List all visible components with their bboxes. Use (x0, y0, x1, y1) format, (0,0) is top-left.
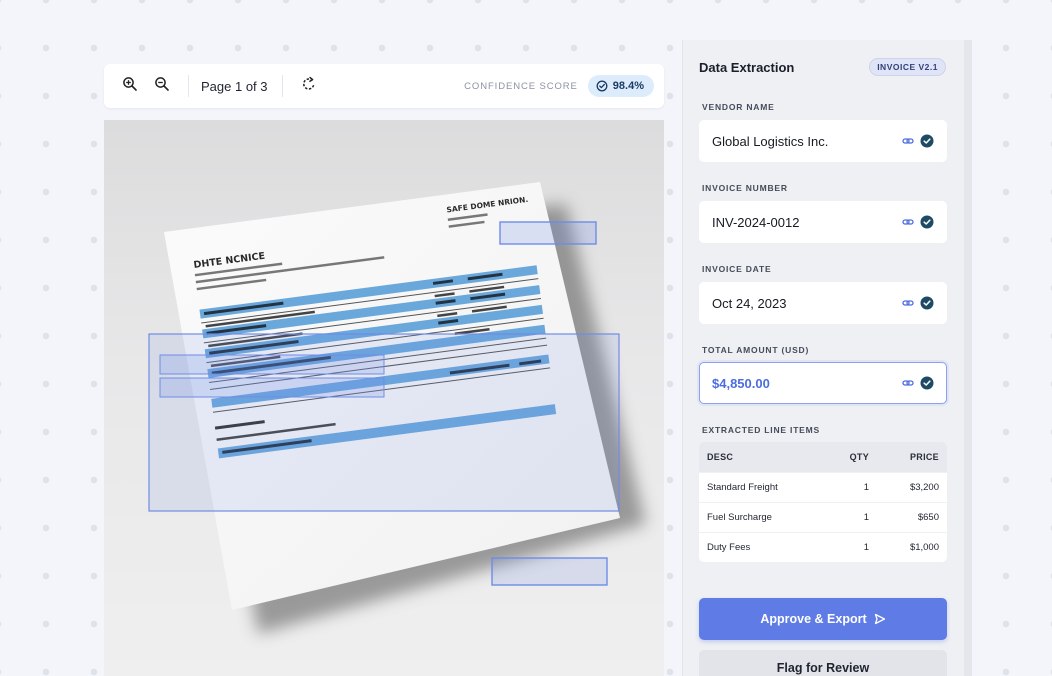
invoice-date-field[interactable]: Oct 24, 2023 (699, 282, 947, 324)
confidence-score-badge: 98.4% (587, 75, 654, 97)
row-qty: 1 (863, 512, 869, 523)
extraction-panel: Data Extraction INVOICE V2.1 VENDOR NAME… (682, 40, 964, 676)
row-desc: Fuel Surcharge (707, 512, 772, 523)
toolbar-divider (281, 75, 283, 97)
approve-export-button[interactable]: Approve & Export (699, 598, 947, 640)
total-amount-field[interactable]: $4,850.00 (699, 362, 947, 404)
row-price: $1,000 (909, 542, 939, 553)
total-amount-label: TOTAL AMOUNT (USD) (702, 345, 810, 355)
invoice-number-highlight[interactable] (499, 221, 597, 245)
invoice-date-value: Oct 24, 2023 (712, 295, 787, 311)
approve-export-label: Approve & Export (760, 612, 867, 626)
check-circle-icon (596, 80, 608, 92)
row-qty: 1 (863, 542, 869, 553)
confidence-score-value: 98.4% (612, 80, 644, 92)
send-icon (874, 613, 885, 625)
line-items-label: EXTRACTED LINE ITEMS (702, 425, 821, 435)
vendor-name-value: Global Logistics Inc. (712, 133, 829, 149)
table-row[interactable]: Standard Freight 1 $3,200 (699, 472, 947, 502)
table-row[interactable]: Fuel Surcharge 1 $650 (699, 502, 947, 532)
row-desc: Duty Fees (707, 542, 751, 553)
panel-title: Data Extraction (699, 60, 795, 75)
total-amount-highlight[interactable] (491, 557, 608, 586)
zoom-in-icon (122, 76, 138, 97)
column-header-price: PRICE (909, 452, 939, 462)
invoice-number-field[interactable]: INV-2024-0012 (699, 201, 947, 243)
viewer-toolbar: Page 1 of 3 CONFIDENCE SCORE 98.4% (104, 64, 664, 108)
link-icon[interactable] (902, 377, 914, 389)
verified-check-icon (920, 134, 934, 148)
document-canvas[interactable]: DHTE NCNICE SAFE DOME NRION. (104, 120, 664, 676)
zoom-out-button[interactable] (148, 72, 176, 100)
verified-check-icon (920, 376, 934, 390)
rotate-button[interactable] (295, 72, 323, 100)
invoice-date-highlight[interactable] (159, 377, 385, 398)
version-badge: INVOICE V2.1 (869, 58, 946, 76)
app-shell: Page 1 of 3 CONFIDENCE SCORE 98.4% DHTE … (0, 0, 1052, 676)
link-icon[interactable] (902, 216, 914, 228)
zoom-out-icon (154, 76, 170, 97)
invoice-number-label: INVOICE NUMBER (702, 183, 788, 193)
invoice-photo: DHTE NCNICE SAFE DOME NRION. (148, 182, 646, 634)
flag-review-label: Flag for Review (776, 661, 870, 675)
column-header-qty: QTY (849, 452, 869, 462)
line-items-table: DESC QTY PRICE Standard Freight 1 $3,200… (699, 442, 947, 562)
row-price: $3,200 (909, 482, 939, 493)
column-header-desc: DESC (707, 452, 734, 462)
vendor-name-highlight[interactable] (159, 354, 385, 375)
vendor-name-field[interactable]: Global Logistics Inc. (699, 120, 947, 162)
zoom-in-button[interactable] (116, 72, 144, 100)
row-qty: 1 (863, 482, 869, 493)
link-icon[interactable] (902, 135, 914, 147)
vendor-name-label: VENDOR NAME (702, 102, 775, 112)
invoice-number-value: INV-2024-0012 (712, 214, 800, 230)
page-indicator: Page 1 of 3 (201, 78, 268, 94)
panel-scrollbar[interactable] (964, 40, 972, 676)
rotate-icon (301, 76, 317, 97)
link-icon[interactable] (902, 297, 914, 309)
invoice-date-label: INVOICE DATE (702, 264, 772, 274)
verified-check-icon (920, 215, 934, 229)
flag-review-button[interactable]: Flag for Review (699, 650, 947, 676)
table-row[interactable]: Duty Fees 1 $1,000 (699, 532, 947, 562)
row-price: $650 (917, 512, 939, 523)
verified-check-icon (920, 296, 934, 310)
confidence-score-label: CONFIDENCE SCORE (464, 80, 578, 92)
table-header: DESC QTY PRICE (699, 442, 947, 472)
row-desc: Standard Freight (707, 482, 778, 493)
toolbar-divider (188, 75, 189, 97)
total-amount-value: $4,850.00 (712, 375, 770, 391)
